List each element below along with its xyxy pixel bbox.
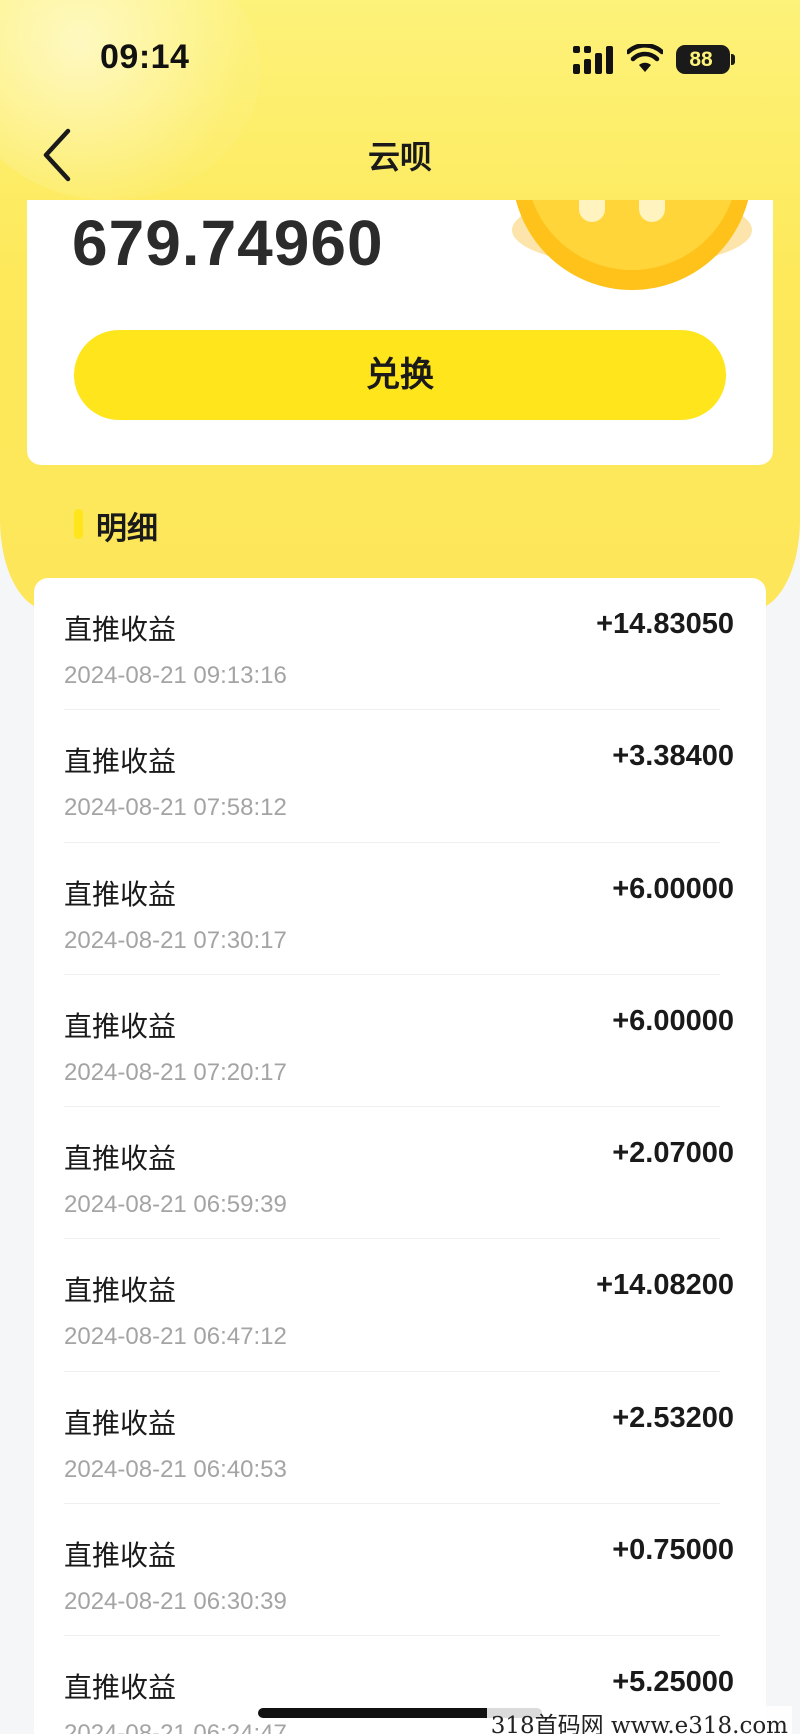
item-time: 2024-08-21 06:30:39 xyxy=(64,1588,287,1616)
item-time: 2024-08-21 06:24:47 xyxy=(64,1720,287,1734)
wifi-icon xyxy=(627,44,663,72)
status-time: 09:14 xyxy=(100,38,190,76)
item-amount: +2.07000 xyxy=(612,1137,734,1170)
item-amount: +0.75000 xyxy=(612,1534,734,1567)
list-item[interactable]: 直推收益 +2.07000 2024-08-21 06:59:39 xyxy=(34,1107,766,1240)
section-marker xyxy=(74,509,83,539)
list-item[interactable]: 直推收益 +14.83050 2024-08-21 09:13:16 xyxy=(34,578,766,711)
list-item[interactable]: 直推收益 +0.75000 2024-08-21 06:30:39 xyxy=(34,1504,766,1637)
item-amount: +6.00000 xyxy=(612,872,734,905)
item-time: 2024-08-21 07:30:17 xyxy=(64,926,287,954)
item-amount: +2.53200 xyxy=(612,1401,734,1434)
coin-icon xyxy=(512,200,752,290)
item-amount: +6.00000 xyxy=(612,1004,734,1037)
item-amount: +14.08200 xyxy=(596,1269,734,1302)
item-title: 直推收益 xyxy=(64,1274,177,1308)
detail-list: 直推收益 +14.83050 2024-08-21 09:13:16 直推收益 +3.3… xyxy=(34,578,766,1734)
battery-level: 88 xyxy=(689,48,713,71)
item-time: 2024-08-21 09:13:16 xyxy=(64,662,287,689)
item-title: 直推收益 xyxy=(64,877,177,911)
item-amount: +14.83050 xyxy=(596,608,734,640)
item-title: 直推收益 xyxy=(64,613,177,646)
item-title: 直推收益 xyxy=(64,1009,177,1043)
item-time: 2024-08-21 06:59:39 xyxy=(64,1191,287,1219)
page-title: 云呗 xyxy=(367,138,432,176)
list-item[interactable]: 直推收益 +14.08200 2024-08-21 06:47:12 xyxy=(34,1239,766,1372)
item-time: 2024-08-21 07:20:17 xyxy=(64,1058,287,1086)
item-amount: +5.25000 xyxy=(612,1666,734,1699)
balance-amount: 679.74960 xyxy=(72,207,384,279)
list-item[interactable]: 直推收益 +6.00000 2024-08-21 07:30:17 xyxy=(34,843,766,975)
item-time: 2024-08-21 06:40:53 xyxy=(64,1455,287,1483)
watermark: 318首码网 www.e318.com xyxy=(486,1706,792,1734)
item-time: 2024-08-21 06:47:12 xyxy=(64,1323,287,1351)
battery-tip xyxy=(731,54,735,65)
list-item[interactable]: 直推收益 +6.00000 2024-08-21 07:20:17 xyxy=(34,975,766,1108)
status-bar: 09:14 88 xyxy=(0,0,800,110)
section-title: 明细 xyxy=(96,511,158,547)
item-title: 直推收益 xyxy=(64,1406,177,1440)
balance-card: 679.74960 兑换 xyxy=(27,200,773,465)
signal-icon xyxy=(573,46,613,74)
item-amount: +3.38400 xyxy=(612,740,734,773)
list-item[interactable]: 直推收益 +3.38400 2024-08-21 07:58:12 xyxy=(34,710,766,843)
item-title: 直推收益 xyxy=(64,1539,177,1573)
item-time: 2024-08-21 07:58:12 xyxy=(64,794,287,822)
exchange-button[interactable]: 兑换 xyxy=(74,330,726,420)
battery-icon: 88 xyxy=(676,45,730,74)
item-title: 直推收益 xyxy=(64,1142,177,1176)
item-title: 直推收益 xyxy=(64,745,177,779)
item-title: 直推收益 xyxy=(64,1671,177,1705)
list-item[interactable]: 直推收益 +2.53200 2024-08-21 06:40:53 xyxy=(34,1372,766,1505)
